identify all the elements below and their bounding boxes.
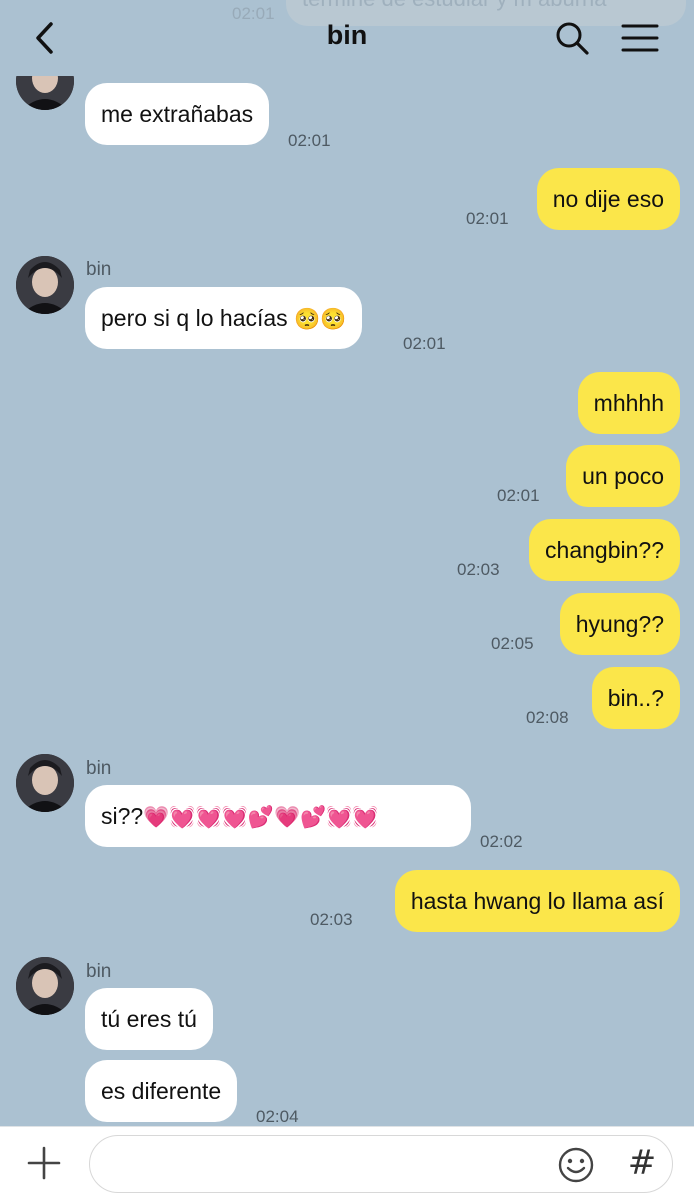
message-bubble-incoming[interactable]: me extrañabas xyxy=(85,83,270,145)
message-time: 02:03 xyxy=(457,560,500,579)
message-bubble-incoming[interactable]: pero si q lo hacías 🥺🥺 xyxy=(85,287,363,349)
partial-previous-message-time: 02:01 xyxy=(232,4,275,23)
contact-avatar[interactable] xyxy=(16,754,74,812)
pleading-face-emoji: 🥺🥺 xyxy=(294,307,347,331)
message-time: 02:04 xyxy=(256,1107,299,1126)
contact-avatar[interactable] xyxy=(16,256,74,314)
sender-name: bin xyxy=(86,758,112,779)
message-text: pero si q lo hacías xyxy=(101,305,288,331)
message-time: 02:05 xyxy=(491,634,534,653)
message-input-bar: # xyxy=(0,1126,694,1200)
sender-name: bin xyxy=(86,259,112,280)
message-bubble-outgoing[interactable]: un poco xyxy=(566,445,680,507)
message-text: si?? xyxy=(101,803,144,829)
attach-button[interactable] xyxy=(24,1143,64,1183)
hashtag-button[interactable]: # xyxy=(622,1141,662,1185)
message-bubble-outgoing[interactable]: hyung?? xyxy=(559,593,680,655)
smiley-icon xyxy=(558,1147,594,1183)
back-button[interactable] xyxy=(26,16,62,60)
message-bubble-outgoing[interactable]: hasta hwang lo llama así xyxy=(394,870,680,932)
plus-icon xyxy=(27,1146,61,1180)
contact-avatar[interactable] xyxy=(16,957,74,1015)
hearts-emoji: 💗💓💓💓💕💗💕💓💓 xyxy=(143,805,379,829)
message-bubble-outgoing[interactable]: bin..? xyxy=(591,667,680,729)
message-bubble-incoming[interactable]: tú eres tú xyxy=(85,988,213,1050)
emoji-button[interactable] xyxy=(556,1145,596,1185)
message-bubble-outgoing[interactable]: no dije eso xyxy=(536,168,680,230)
message-time: 02:01 xyxy=(497,486,540,505)
message-time: 02:01 xyxy=(288,131,331,150)
search-button[interactable] xyxy=(552,18,592,58)
sender-name: bin xyxy=(86,961,112,982)
message-bubble-outgoing[interactable]: mhhhh xyxy=(577,372,680,434)
menu-button[interactable] xyxy=(620,18,660,58)
chat-header: termine de estudiar y m aburria 02:01 bi… xyxy=(0,0,694,76)
message-time: 02:08 xyxy=(526,708,569,727)
message-time: 02:01 xyxy=(466,209,509,228)
search-icon xyxy=(556,22,589,55)
message-bubble-incoming[interactable]: es diferente xyxy=(85,1060,238,1122)
message-bubble-incoming[interactable]: si??💗💓💓💓💕💗💕💓💓 xyxy=(85,785,471,847)
message-time: 02:02 xyxy=(480,832,523,851)
message-bubble-outgoing[interactable]: changbin?? xyxy=(529,519,680,581)
chevron-left-icon xyxy=(36,22,53,54)
hamburger-menu-icon xyxy=(621,24,659,52)
message-time: 02:03 xyxy=(310,910,353,929)
message-time: 02:01 xyxy=(403,334,446,353)
